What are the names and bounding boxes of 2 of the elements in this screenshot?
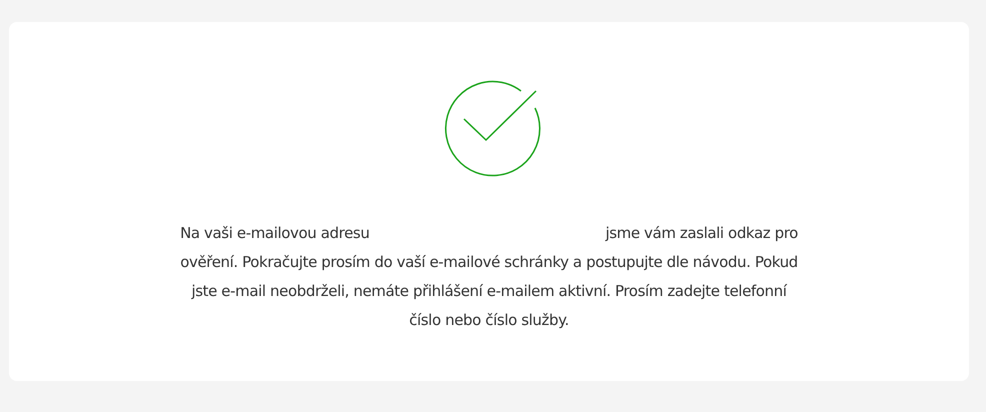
check-circle-icon (443, 78, 543, 178)
confirmation-message: Na vaši e-mailovou adresu jsme vám zaslali odkaz pro ověření. Pokračujte prosím do vaší e-mailové schránky a postupujte dle návodu. Pokud jste e-mail neobdrželi, nemáte přihlášení e-mailem aktivní. Prosím zadejte telefonní číslo nebo číslo služby. (179, 223, 799, 331)
